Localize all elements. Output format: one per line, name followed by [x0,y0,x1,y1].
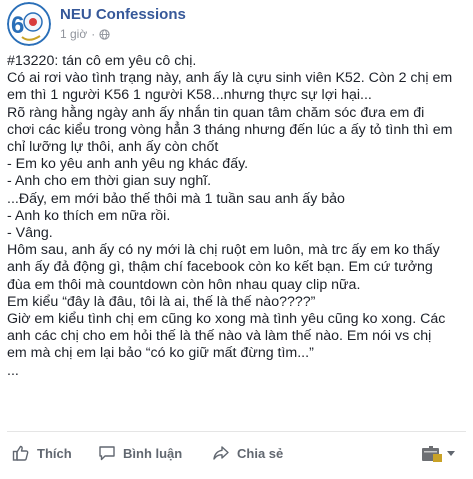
post-line: #13220: tán cô em yêu cô chị. [7,53,197,69]
page-identity-icon [422,446,442,462]
post-line: em mà chị em lại bảo “có ko giữ mất đừng… [7,345,314,362]
thumbs-up-icon [12,445,29,461]
post-card: 6 NEU Confessions 1 giờ · #13220: tán cô… [0,0,473,479]
post-line: Em kiểu “đây là đâu, tôi là ai, thế là t… [7,293,316,310]
post-line: - Anh cho em thời gian suy nghĩ. [7,173,212,190]
page-logo: 6 [7,2,51,46]
post-line: Có ai rơi vào tình trạng này, anh ấy là … [7,70,453,87]
post-line: em thì 1 người K56 1 người K58...nhưng t… [7,87,372,104]
comment-icon [99,446,115,461]
like-label: Thích [37,445,72,461]
page-name[interactable]: NEU Confessions [60,6,186,23]
post-body: #13220: tán cô em yêu cô chị. Có ai rơi … [7,53,469,380]
divider [7,431,466,432]
post-line: anh ấy đả động gì, thậm chí facebook còn… [7,259,433,276]
share-label: Chia sẻ [237,445,284,461]
action-bar: Thích Bình luận Chia sẻ [0,435,473,473]
post-line: - Anh ko thích em nữa rồi. [7,207,171,224]
globe-icon [99,28,110,40]
post-line: anh các chị cho em hỏi thế là thế nào và… [7,328,432,345]
post-line: chỉ lưỡng lự thôi, anh ấy còn chốt [7,139,219,156]
post-line: Hôm sau, anh ấy có ny mới là chị ruột em… [7,242,440,259]
post-time[interactable]: 1 giờ [60,27,87,41]
post-line: Giờ em kiểu tình chị em cũng ko xong mà … [7,311,446,328]
like-button[interactable]: Thích [12,444,72,462]
post-line: Rõ ràng hằng ngày anh ấy nhắn tin quan t… [7,104,425,121]
post-line: - Em ko yêu anh anh yêu ng khác đấy. [7,156,249,173]
chevron-down-icon [447,451,455,456]
post-line: chơi các kiểu trong vòng hẳn 3 tháng như… [7,121,453,138]
post-line: đùa em thôi mà countdown còn hôn nhau qu… [7,276,361,293]
share-icon [213,446,229,460]
audience-selector[interactable] [421,445,455,463]
post-meta: 1 giờ · [60,27,110,41]
post-line: ...Đấy, em mới bảo thế thôi mà 1 tuần sa… [7,190,345,207]
post-line: ... [7,362,19,379]
page-avatar[interactable]: 6 [7,2,51,46]
comment-label: Bình luận [123,445,183,461]
post-line: - Vâng. [7,225,53,242]
share-button[interactable]: Chia sẻ [212,444,283,462]
svg-text:6: 6 [11,12,24,39]
comment-button[interactable]: Bình luận [98,444,182,462]
